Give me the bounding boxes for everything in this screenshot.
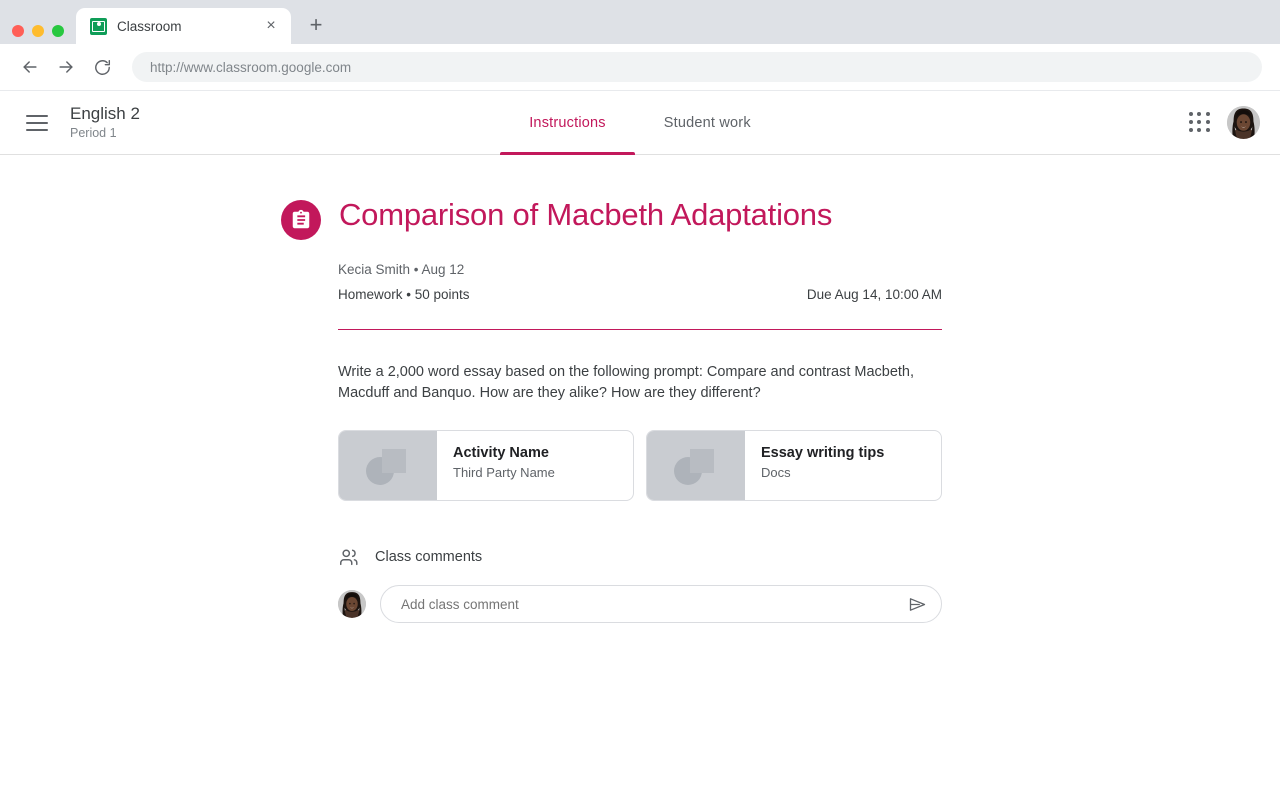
class-comments-header: Class comments xyxy=(338,546,942,568)
assignment-detail: Comparison of Macbeth Adaptations Kecia … xyxy=(281,155,942,624)
assignment-author: Kecia Smith • Aug 12 xyxy=(338,262,465,277)
attachment-subtitle: Third Party Name xyxy=(453,465,555,481)
header-right-actions xyxy=(1187,106,1260,139)
class-comments-section: Class comments xyxy=(338,546,942,624)
address-bar[interactable]: http://www.classroom.google.com xyxy=(132,52,1262,82)
app-tabs: Instructions Student work xyxy=(0,91,1280,155)
assignment-description: Write a 2,000 word essay based on the fo… xyxy=(338,364,915,401)
window-controls xyxy=(12,25,64,37)
page-title: Comparison of Macbeth Adaptations xyxy=(339,197,833,232)
close-icon[interactable]: × xyxy=(261,16,281,36)
comment-input-wrapper[interactable] xyxy=(380,585,942,624)
window-minimize-button[interactable] xyxy=(32,25,44,37)
attachment-card[interactable]: Essay writing tips Docs xyxy=(646,430,942,502)
section-divider xyxy=(338,329,942,330)
class-comments-label: Class comments xyxy=(375,549,483,566)
tab-student-work[interactable]: Student work xyxy=(635,91,780,155)
assignment-title-row: Comparison of Macbeth Adaptations xyxy=(281,196,942,240)
image-placeholder-icon xyxy=(339,431,437,501)
apps-grid-icon[interactable] xyxy=(1187,110,1213,136)
browser-toolbar: http://www.classroom.google.com xyxy=(0,44,1280,91)
window-close-button[interactable] xyxy=(12,25,24,37)
people-icon xyxy=(338,546,360,568)
attachment-title: Essay writing tips xyxy=(761,445,885,462)
back-arrow-icon[interactable] xyxy=(14,51,46,83)
assignment-meta-row: Homework • 50 points Due Aug 14, 10:00 A… xyxy=(338,287,942,302)
attachment-list: Activity Name Third Party Name Essay wri… xyxy=(338,430,942,502)
browser-chrome: Classroom × + http://www.classroom.googl… xyxy=(0,0,1280,91)
reload-icon[interactable] xyxy=(86,51,118,83)
hamburger-menu-icon[interactable] xyxy=(26,110,52,136)
browser-tab[interactable]: Classroom × xyxy=(76,8,291,44)
browser-tab-title: Classroom xyxy=(117,18,182,34)
classroom-favicon-icon xyxy=(90,17,107,35)
class-info[interactable]: English 2 Period 1 xyxy=(70,104,140,141)
attachment-subtitle: Docs xyxy=(761,465,791,481)
assignment-category-points: Homework • 50 points xyxy=(338,287,470,302)
app-header: English 2 Period 1 Instructions Student … xyxy=(0,91,1280,155)
class-name: English 2 xyxy=(70,103,140,123)
comment-input[interactable] xyxy=(401,596,905,612)
class-section: Period 1 xyxy=(70,126,117,141)
assignment-due-date: Due Aug 14, 10:00 AM xyxy=(806,287,942,302)
attachment-title: Activity Name xyxy=(453,445,549,462)
comment-input-row xyxy=(338,585,942,624)
browser-tabstrip: Classroom × + xyxy=(0,8,1280,44)
tab-instructions[interactable]: Instructions xyxy=(500,91,635,155)
assignment-clipboard-icon xyxy=(281,200,321,240)
avatar[interactable] xyxy=(338,590,366,619)
attachment-card[interactable]: Activity Name Third Party Name xyxy=(338,430,634,502)
page-body: Comparison of Macbeth Adaptations Kecia … xyxy=(0,155,1280,791)
forward-arrow-icon[interactable] xyxy=(50,51,82,83)
window-maximize-button[interactable] xyxy=(52,25,64,37)
new-tab-button[interactable]: + xyxy=(299,8,333,42)
image-placeholder-icon xyxy=(647,431,745,501)
address-bar-url: http://www.classroom.google.com xyxy=(150,59,352,75)
send-icon[interactable] xyxy=(905,592,929,616)
avatar[interactable] xyxy=(1227,106,1260,139)
